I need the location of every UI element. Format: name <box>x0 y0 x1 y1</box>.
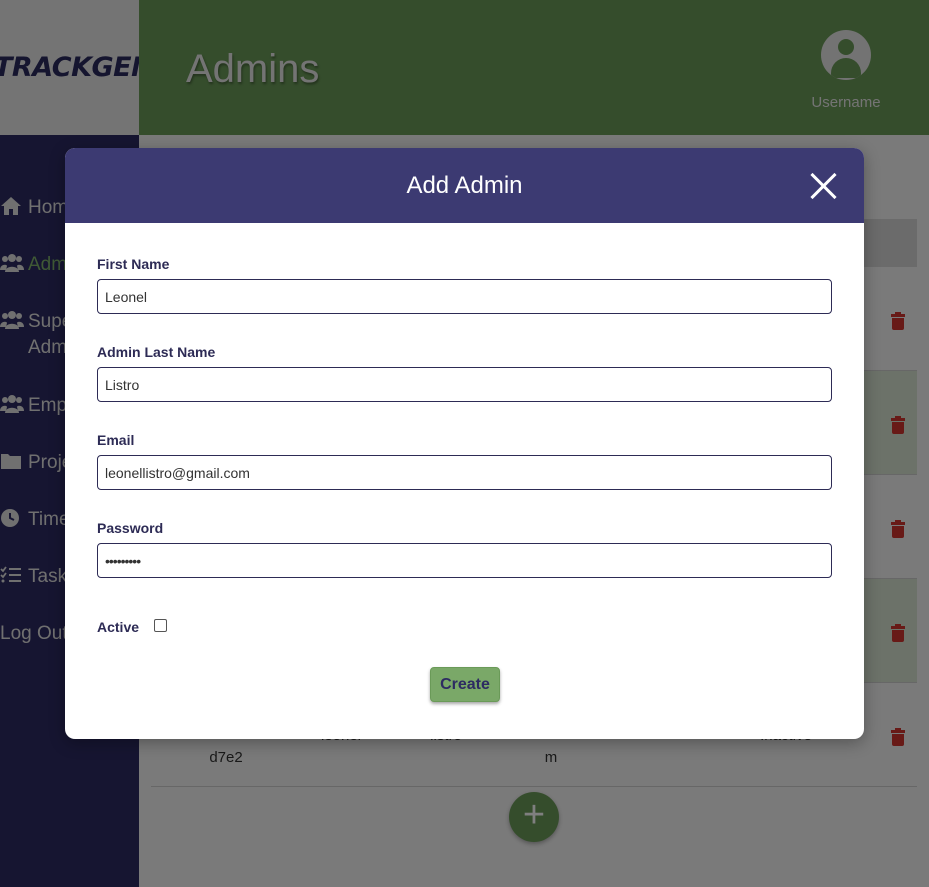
password-label: Password <box>97 520 164 536</box>
active-label: Active <box>97 619 140 635</box>
modal-title: Add Admin <box>406 172 523 199</box>
create-button[interactable]: Create <box>430 667 500 702</box>
modal-header: Add Admin <box>65 148 864 223</box>
first-name-field[interactable] <box>97 279 832 314</box>
email-field[interactable] <box>97 455 832 490</box>
add-admin-modal: Add Admin First Name Admin Last Name Ema… <box>65 148 864 739</box>
last-name-label: Admin Last Name <box>97 344 216 360</box>
close-icon[interactable] <box>810 172 838 200</box>
active-checkbox[interactable] <box>154 619 167 632</box>
password-field[interactable] <box>97 543 832 578</box>
email-label: Email <box>97 432 135 448</box>
last-name-field[interactable] <box>97 367 832 402</box>
first-name-label: First Name <box>97 256 170 272</box>
